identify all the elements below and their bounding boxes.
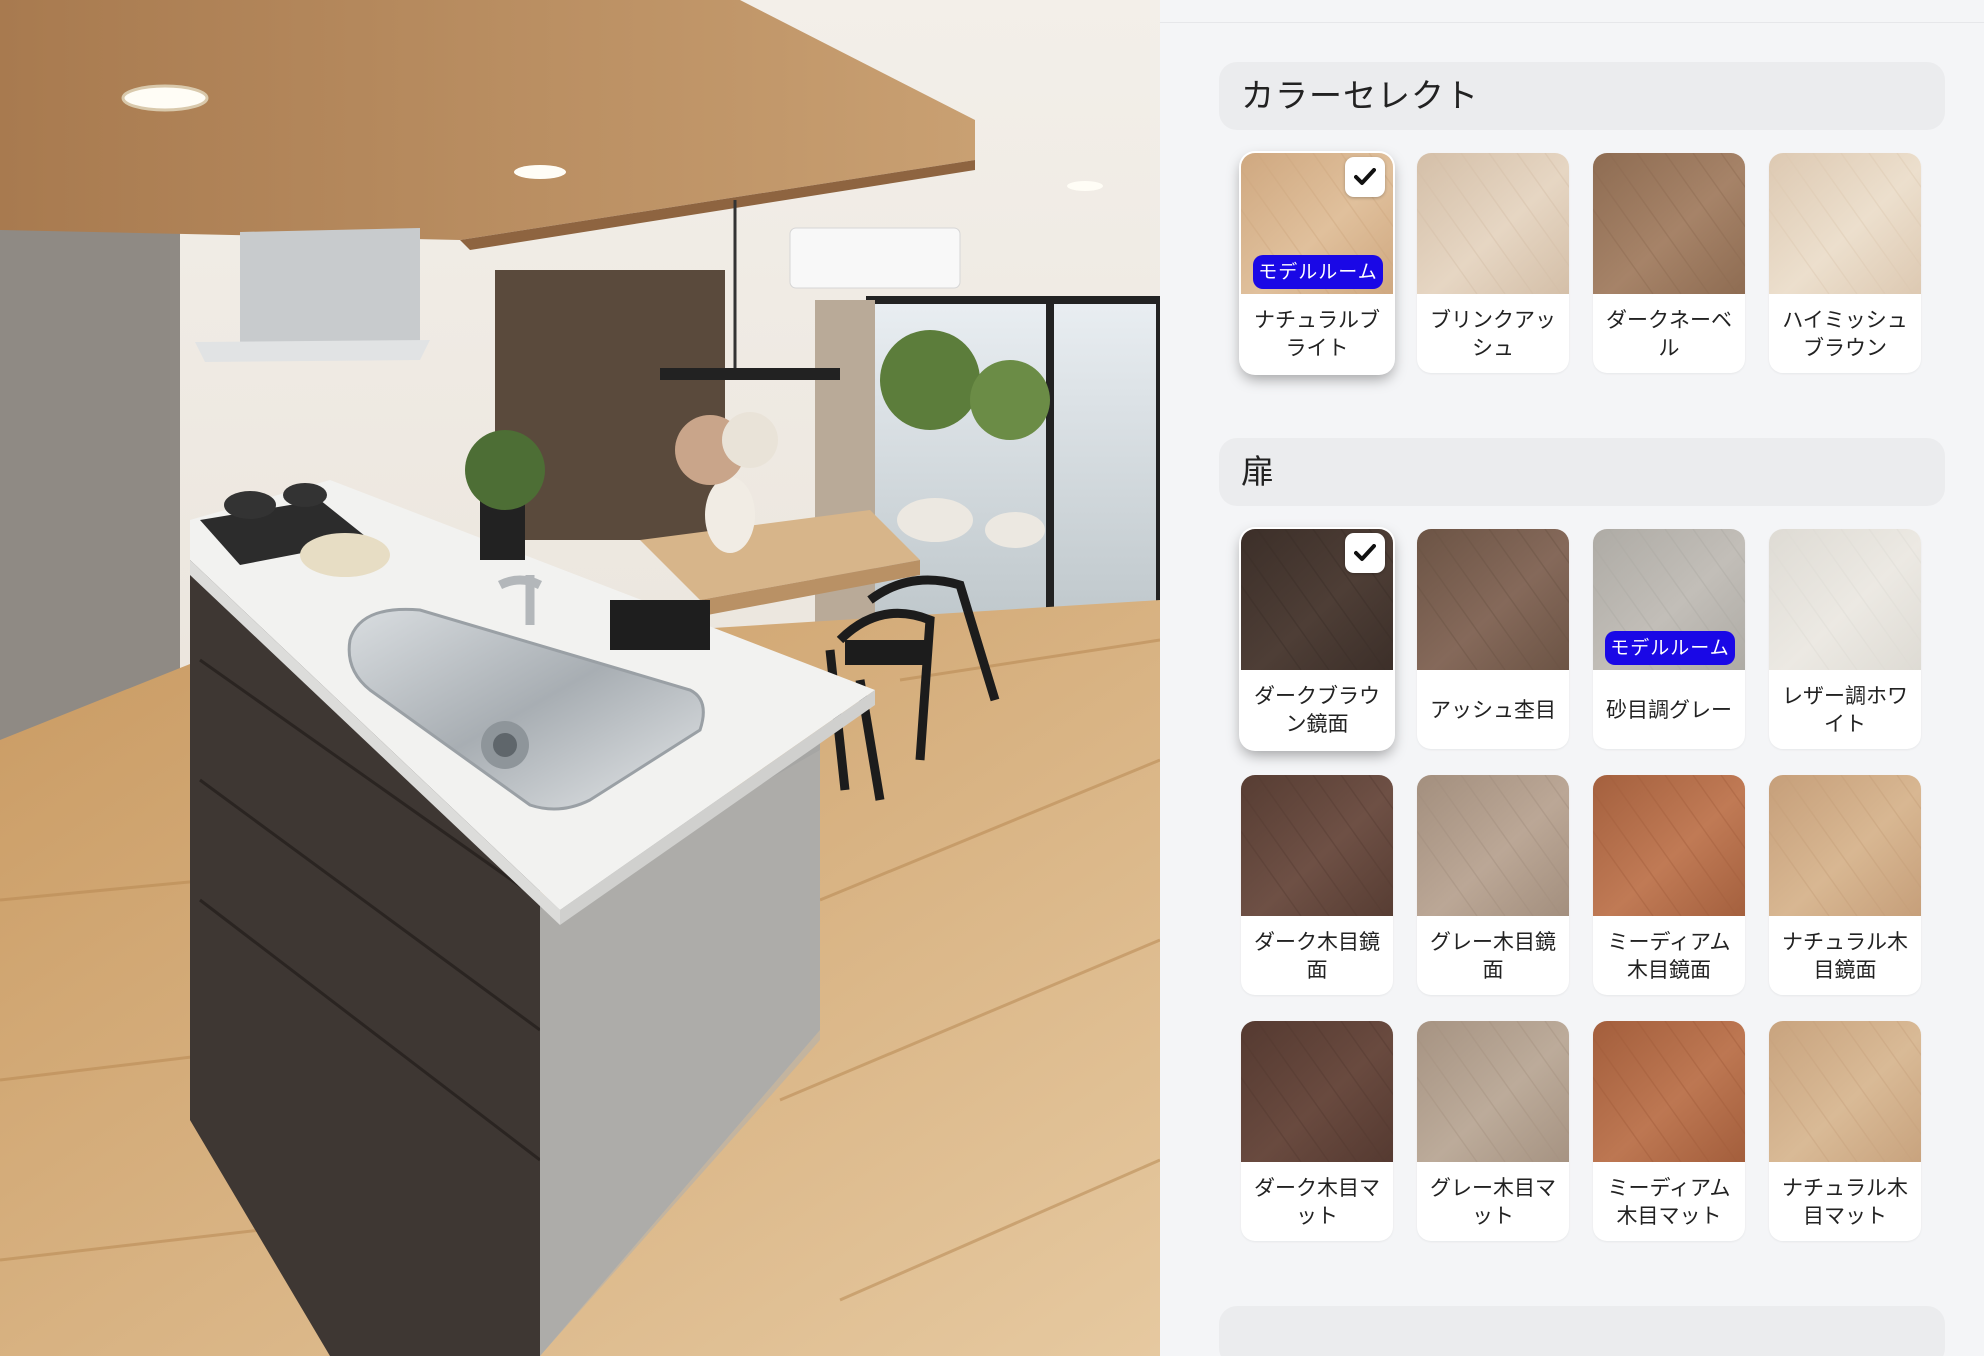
swatch-label: レザー調ホワ イト <box>1773 670 1917 749</box>
swatch-label: ダーク木目マ ット <box>1245 1162 1389 1241</box>
swatch-label-line: ブリンクアッ <box>1430 307 1556 332</box>
swatch-door-7[interactable]: ミーディアム 木目鏡面 <box>1593 775 1745 995</box>
divider <box>1160 22 1984 23</box>
section-header-color-select: カラーセレクト <box>1219 62 1945 130</box>
room-preview-image <box>0 0 1160 1356</box>
swatch-label: ダーク木目鏡面 <box>1245 916 1389 995</box>
swatch-texture <box>1593 775 1745 916</box>
swatch-texture <box>1417 775 1569 916</box>
swatch-door-1[interactable]: ダークブラウ ン鏡面 <box>1241 529 1393 749</box>
swatch-label: アッシュ杢目 <box>1421 670 1565 749</box>
swatch-color-select-1[interactable]: モデルルームナチュラルブ ライト <box>1241 153 1393 373</box>
swatch-texture <box>1769 529 1921 670</box>
swatch-texture <box>1593 1021 1745 1162</box>
selector-panel: カラーセレクト モデルルーム ナチュラルブ ライト ブリンクアッ シュ ダークネーベルハイ… <box>1160 0 1984 1356</box>
swatch-texture <box>1417 529 1569 670</box>
swatch-texture <box>1769 775 1921 916</box>
swatch-label: 砂目調グレー <box>1597 670 1741 749</box>
app-root: カラーセレクト モデルルーム ナチュラルブ ライト ブリンクアッ シュ ダークネーベルハイ… <box>0 0 1984 1356</box>
swatch-door-8[interactable]: ナチュラル木 目鏡面 <box>1769 775 1921 995</box>
section-title: 扉 <box>1241 452 1275 491</box>
swatch-label: ブリンクアッ シュ <box>1421 294 1565 373</box>
swatch-label-line: ナチュラル木 <box>1782 929 1908 954</box>
swatch-label: ナチュラル木 目鏡面 <box>1773 916 1917 995</box>
swatch-label-line: アッシュ杢目 <box>1430 697 1556 722</box>
swatch-door-2[interactable]: アッシュ杢目 <box>1417 529 1569 749</box>
swatch-label-line: 砂目調グレー <box>1606 697 1732 722</box>
swatch-label-line: イト <box>1824 711 1866 736</box>
model-room-badge: モデルルーム <box>1605 631 1735 665</box>
swatch-door-9[interactable]: ダーク木目マ ット <box>1241 1021 1393 1241</box>
swatch-label-line: 木目鏡面 <box>1627 957 1711 982</box>
swatch-label-line: ダーク木目鏡 <box>1254 929 1380 954</box>
swatch-label-line: ライト <box>1285 335 1349 360</box>
swatch-door-11[interactable]: ミーディアム 木目マット <box>1593 1021 1745 1241</box>
swatch-texture <box>1417 1021 1569 1162</box>
swatch-label: グレー木目鏡面 <box>1421 916 1565 995</box>
swatch-label-line: ミーディアム <box>1607 1175 1731 1200</box>
next-section-header <box>1219 1306 1945 1356</box>
swatch-label-line: ブラウン <box>1803 335 1887 360</box>
swatch-label: グレー木目マ ット <box>1421 1162 1565 1241</box>
swatch-label: ナチュラルブ ライト <box>1245 294 1389 373</box>
swatch-texture <box>1769 1021 1921 1162</box>
swatch-label-line: ダークネーベ <box>1606 307 1732 332</box>
swatch-label-line: ナチュラルブ <box>1254 307 1380 332</box>
swatch-door-12[interactable]: ナチュラル木 目マット <box>1769 1021 1921 1241</box>
swatch-label-line: ダーク木目マ <box>1254 1175 1380 1200</box>
swatch-label-line: ット <box>1472 1203 1514 1228</box>
swatch-label: ミーディアム 木目マット <box>1597 1162 1741 1241</box>
check-icon <box>1345 533 1385 573</box>
section-header-door: 扉 <box>1219 438 1945 506</box>
swatch-door-4[interactable]: レザー調ホワ イト <box>1769 529 1921 749</box>
swatch-label-line: 目マット <box>1803 1203 1887 1228</box>
swatch-texture <box>1241 1021 1393 1162</box>
swatch-label-line: グレー木目マ <box>1430 1175 1556 1200</box>
swatch-label-line: 目鏡面 <box>1813 957 1877 982</box>
swatch-label-line: 木目マット <box>1616 1203 1722 1228</box>
model-room-badge: モデルルーム <box>1253 255 1383 289</box>
swatch-label: ミーディアム 木目鏡面 <box>1597 916 1741 995</box>
swatch-label: ダークブラウ ン鏡面 <box>1245 670 1389 749</box>
section-title: カラーセレクト <box>1241 76 1479 115</box>
swatch-texture <box>1417 153 1569 294</box>
swatch-texture <box>1769 153 1921 294</box>
swatch-label-line: ル <box>1658 335 1680 360</box>
swatch-color-select-4[interactable]: ハイミッシュ ブラウン <box>1769 153 1921 373</box>
swatch-label: ナチュラル木 目マット <box>1773 1162 1917 1241</box>
swatch-label-line: ミーディアム <box>1607 929 1731 954</box>
swatch-label-line: ダークブラウ <box>1254 683 1380 708</box>
swatch-label: ハイミッシュ ブラウン <box>1773 294 1917 373</box>
swatch-label-line: ン鏡面 <box>1285 711 1349 736</box>
swatch-texture <box>1241 775 1393 916</box>
swatch-label: ダークネーベル <box>1597 294 1741 373</box>
swatch-label-line: 面 <box>1306 957 1328 982</box>
swatch-texture <box>1593 153 1745 294</box>
swatch-color-select-2[interactable]: ブリンクアッ シュ <box>1417 153 1569 373</box>
swatch-label-line: シュ <box>1472 335 1514 360</box>
swatch-door-6[interactable]: グレー木目鏡面 <box>1417 775 1569 995</box>
swatch-label-line: ハイミッシュ <box>1782 307 1908 332</box>
swatch-label-line: ナチュラル木 <box>1782 1175 1908 1200</box>
swatch-door-5[interactable]: ダーク木目鏡面 <box>1241 775 1393 995</box>
swatch-label-line: グレー木目鏡 <box>1430 929 1556 954</box>
swatch-door-10[interactable]: グレー木目マ ット <box>1417 1021 1569 1241</box>
swatch-label-line: 面 <box>1482 957 1504 982</box>
swatch-label-line: ット <box>1296 1203 1338 1228</box>
check-icon <box>1345 157 1385 197</box>
swatch-label-line: レザー調ホワ <box>1782 683 1908 708</box>
swatch-color-select-3[interactable]: ダークネーベル <box>1593 153 1745 373</box>
swatch-door-3[interactable]: モデルルーム砂目調グレー <box>1593 529 1745 749</box>
